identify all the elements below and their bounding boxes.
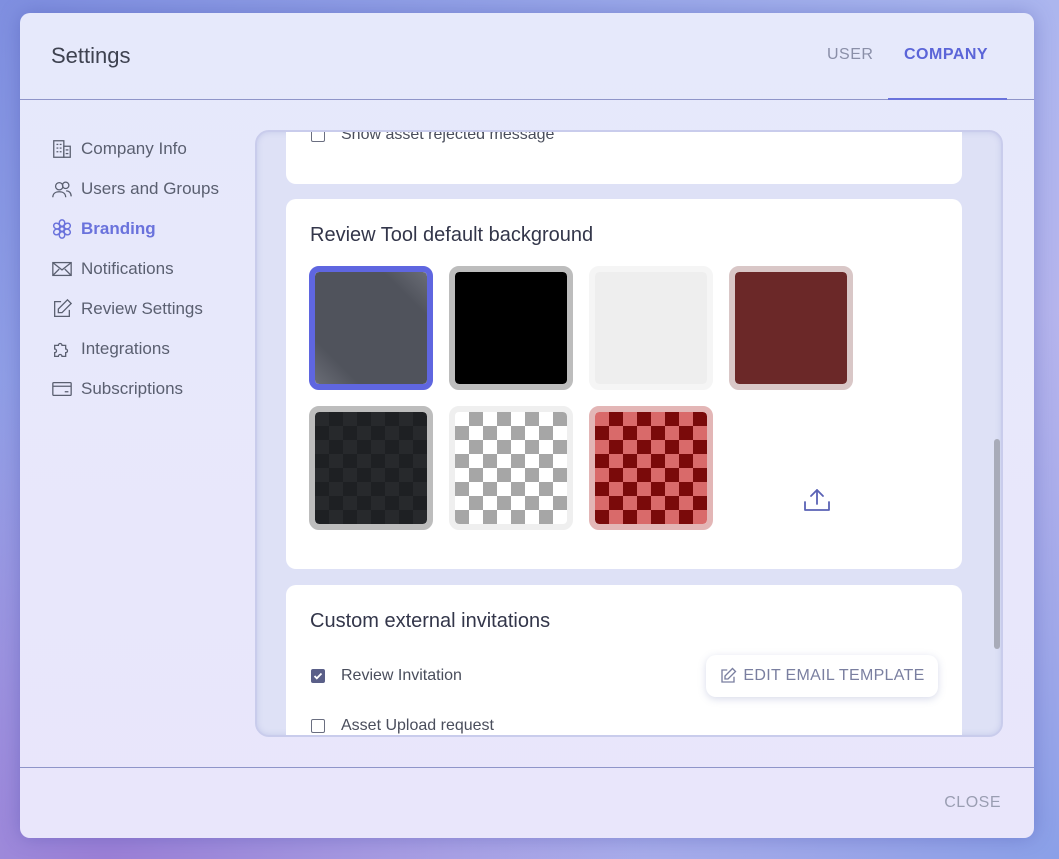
swatch-black[interactable] <box>449 266 573 390</box>
sidebar-item-label: Subscriptions <box>81 379 184 398</box>
card-icon <box>52 381 72 397</box>
checkmark-icon <box>313 672 323 680</box>
asset-upload-request-checkbox[interactable] <box>311 719 325 733</box>
swatch-gray-checker[interactable] <box>449 406 573 530</box>
asset-messages-card: Show asset rejected message <box>286 130 962 184</box>
close-button[interactable]: CLOSE <box>944 794 1001 812</box>
sidebar-item-company-info[interactable]: Company Info <box>51 129 251 169</box>
sidebar-item-users-and-groups[interactable]: Users and Groups <box>51 169 251 209</box>
asset-upload-request-row[interactable]: Asset Upload request <box>311 717 494 735</box>
edit-email-template-label: EDIT EMAIL TEMPLATE <box>743 667 925 684</box>
swatch-dark-gray[interactable] <box>309 266 433 390</box>
content-scrollbar[interactable] <box>994 439 1000 649</box>
envelope-icon <box>52 261 72 277</box>
sidebar-item-notifications[interactable]: Notifications <box>51 249 251 289</box>
flower-icon <box>52 219 72 239</box>
sidebar-item-label: Branding <box>81 219 156 238</box>
asset-upload-request-label: Asset Upload request <box>341 717 494 734</box>
sidebar-item-label: Users and Groups <box>81 179 219 198</box>
sidebar-item-label: Integrations <box>81 339 170 358</box>
swatch-light-gray[interactable] <box>589 266 713 390</box>
custom-invitations-title: Custom external invitations <box>310 610 551 632</box>
dialog-title: Settings <box>51 43 131 68</box>
swatch-dark-checker[interactable] <box>309 406 433 530</box>
show-asset-rejected-row[interactable]: Show asset rejected message <box>311 130 555 144</box>
edit-icon <box>721 667 737 683</box>
sidebar-item-branding[interactable]: Branding <box>51 209 251 249</box>
sidebar-item-integrations[interactable]: Integrations <box>51 329 251 369</box>
dialog-footer: CLOSE <box>20 767 1034 838</box>
sidebar-item-review-settings[interactable]: Review Settings <box>51 289 251 329</box>
review-invitation-checkbox[interactable] <box>311 669 325 683</box>
upload-background-button[interactable] <box>799 482 835 518</box>
swatch-dark-red[interactable] <box>729 266 853 390</box>
tab-company[interactable]: COMPANY <box>904 46 988 64</box>
settings-dialog: Settings USER COMPANY Company Info Users… <box>20 13 1034 838</box>
puzzle-icon <box>54 342 69 357</box>
users-icon <box>52 181 72 198</box>
swatch-red-checker[interactable] <box>589 406 713 530</box>
show-asset-rejected-checkbox[interactable] <box>311 132 325 142</box>
review-background-title: Review Tool default background <box>310 224 594 246</box>
upload-icon <box>804 489 830 511</box>
custom-invitations-card: Custom external invitations Review Invit… <box>286 585 962 735</box>
edit-email-template-button[interactable]: EDIT EMAIL TEMPLATE <box>706 655 938 697</box>
sidebar-item-label: Company Info <box>81 139 187 158</box>
review-background-card: Review Tool default background <box>286 199 962 569</box>
show-asset-rejected-label: Show asset rejected message <box>341 130 555 143</box>
dialog-header: Settings USER COMPANY <box>20 13 1034 100</box>
edit-icon <box>54 298 73 317</box>
review-invitation-row[interactable]: Review Invitation <box>311 667 462 685</box>
tab-user[interactable]: USER <box>827 46 873 64</box>
sidebar-item-label: Review Settings <box>81 299 203 318</box>
building-icon <box>53 140 71 158</box>
sidebar-item-label: Notifications <box>81 259 174 278</box>
review-invitation-label: Review Invitation <box>341 667 462 684</box>
settings-content-panel[interactable]: Show asset rejected message Review Tool … <box>255 130 1003 737</box>
settings-sidebar: Company Info Users and Groups Branding N… <box>51 129 251 409</box>
active-tab-indicator <box>888 98 1007 100</box>
sidebar-item-subscriptions[interactable]: Subscriptions <box>51 369 251 409</box>
